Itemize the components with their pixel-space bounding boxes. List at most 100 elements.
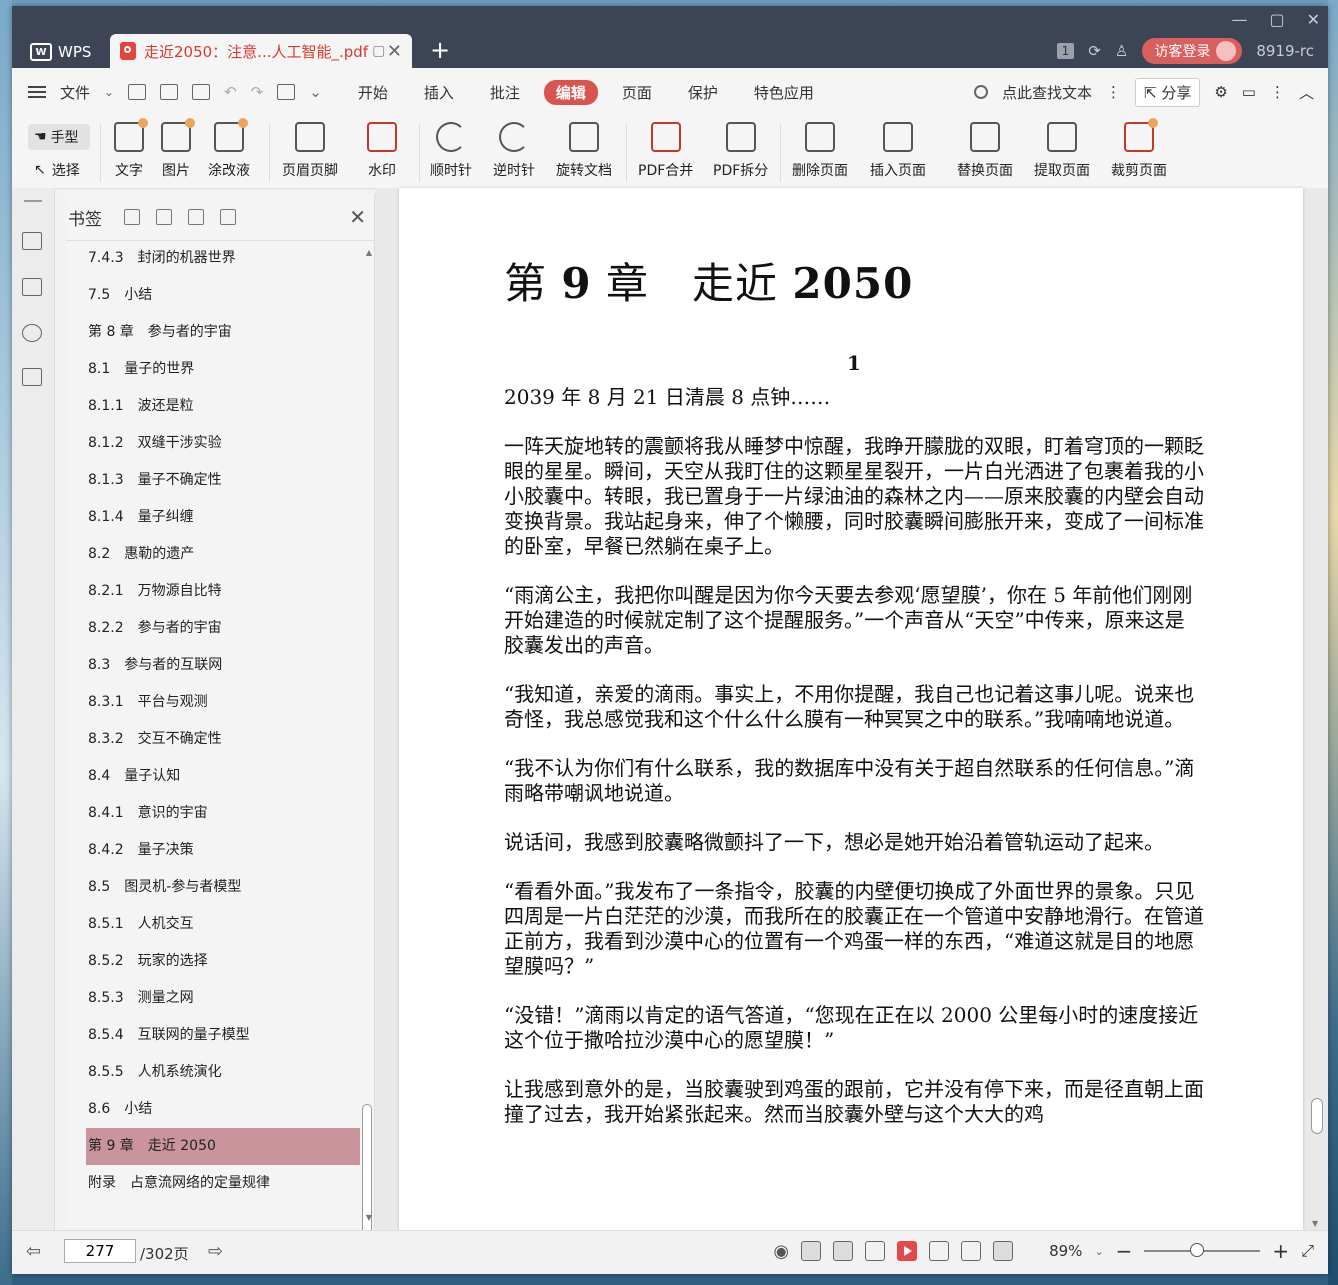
watermark-button[interactable]: 水印 — [367, 122, 397, 180]
bookmark-item[interactable]: 第 8 章 参与者的宇宙 — [66, 314, 362, 351]
bookmark-item[interactable]: 7.5 小结 — [66, 277, 362, 314]
tab-special-apps[interactable]: 特色应用 — [742, 80, 826, 105]
bookmark-item[interactable]: 8.5.4 互联网的量子模型 — [66, 1017, 362, 1054]
close-panel-icon[interactable]: ✕ — [349, 205, 366, 229]
bookmark-item[interactable]: 8.5.2 玩家的选择 — [66, 943, 362, 980]
bookmark-item[interactable]: 8.3.1 平台与观测 — [66, 684, 362, 721]
bookmark-item[interactable]: 8.4.2 量子决策 — [66, 832, 362, 869]
tab-insert[interactable]: 插入 — [412, 80, 466, 105]
bookmark-item[interactable]: 7.4.3 封闭的机器世界 — [66, 240, 362, 277]
eye-protection-icon[interactable]: ◉ — [773, 1241, 789, 1262]
export-icon[interactable] — [277, 84, 296, 100]
header-footer-button[interactable]: 页眉页脚 — [282, 122, 338, 180]
panel-drag-handle[interactable] — [24, 200, 42, 202]
file-menu[interactable]: 文件 — [60, 82, 90, 103]
zoom-slider[interactable] — [1144, 1243, 1261, 1257]
bookmark-item[interactable]: 8.4.1 意识的宇宙 — [66, 795, 362, 832]
correction-fluid-button[interactable]: 涂改液 — [208, 118, 250, 180]
undo-icon[interactable]: ↶ — [224, 83, 237, 101]
window-count-badge[interactable]: 1 — [1056, 43, 1075, 59]
document-scroll-thumb[interactable] — [1311, 1098, 1323, 1134]
zoom-slider-knob[interactable] — [1190, 1243, 1205, 1257]
zoom-out-icon[interactable]: − — [1116, 1239, 1133, 1263]
pdf-merge-button[interactable]: PDF合并 — [638, 122, 693, 180]
bookmark-item[interactable]: 8.1.1 波还是粒 — [66, 388, 362, 425]
rotate-clockwise-button[interactable]: 顺时针 — [430, 122, 472, 180]
fit-width-icon[interactable] — [993, 1241, 1014, 1261]
bookmark-item[interactable]: 8.6 小结 — [66, 1091, 362, 1128]
annotation-icon[interactable] — [22, 324, 42, 342]
previous-page-icon[interactable]: ⇦ — [26, 1241, 41, 1262]
maximize-icon[interactable]: ▢ — [1269, 10, 1284, 29]
sync-icon[interactable]: ⟳ — [1088, 42, 1101, 60]
crop-page-button[interactable]: 裁剪页面 — [1111, 118, 1167, 180]
bookmark-item[interactable]: 8.4 量子认知 — [66, 758, 362, 795]
select-tool-button[interactable]: ↖ 选择 — [34, 160, 80, 180]
edit-image-button[interactable]: 图片 — [161, 118, 195, 180]
actual-size-icon[interactable] — [929, 1241, 950, 1261]
tab-start[interactable]: 开始 — [346, 80, 400, 105]
hand-tool-button[interactable]: ☚ 手型 — [28, 124, 90, 150]
comment-icon[interactable]: ▭ — [1242, 83, 1256, 101]
bookmark-list-icon[interactable] — [22, 232, 42, 250]
document-scrollbar[interactable]: ▼ — [1310, 188, 1324, 1230]
fullscreen-icon[interactable]: ⤢ — [1301, 1241, 1314, 1261]
skin-icon[interactable]: ♙ — [1115, 42, 1128, 60]
two-page-view-icon[interactable] — [865, 1241, 886, 1261]
search-icon[interactable] — [973, 85, 988, 99]
print-icon[interactable] — [192, 84, 211, 100]
page-number-input[interactable] — [64, 1239, 136, 1263]
insert-page-button[interactable]: 插入页面 — [870, 122, 926, 180]
rotate-document-button[interactable]: 旋转文档 — [556, 122, 612, 180]
share-button[interactable]: ⇱ 分享 — [1134, 77, 1201, 107]
find-text-button[interactable]: 点此查找文本 — [1002, 82, 1092, 103]
wps-home-tab[interactable]: W WPS — [18, 36, 108, 68]
new-tab-button[interactable]: + — [430, 36, 450, 64]
scroll-down-icon[interactable]: ▼ — [1312, 1219, 1318, 1228]
next-page-icon[interactable]: ⇨ — [208, 1241, 223, 1262]
bookmark-item[interactable]: 8.5.1 人机交互 — [66, 906, 362, 943]
expand-all-icon[interactable] — [124, 209, 140, 225]
delete-page-button[interactable]: 删除页面 — [792, 122, 848, 180]
tab-protect[interactable]: 保护 — [676, 80, 730, 105]
pdf-split-button[interactable]: PDF拆分 — [713, 122, 768, 180]
extract-page-button[interactable]: 提取页面 — [1034, 122, 1090, 180]
rotate-counterclockwise-button[interactable]: 逆时针 — [493, 122, 535, 180]
bookmark-item[interactable]: 8.3.2 交互不确定性 — [66, 721, 362, 758]
zoom-level[interactable]: 89% — [1049, 1242, 1082, 1260]
bookmark-item[interactable]: 附录 占意流网络的定量规律 — [66, 1165, 362, 1202]
thumbnail-icon[interactable] — [22, 278, 42, 296]
single-page-view-icon[interactable] — [833, 1241, 854, 1261]
zoom-dropdown-icon[interactable]: ⌄ — [1094, 1245, 1103, 1258]
scroll-down-icon[interactable]: ▼ — [366, 1213, 372, 1222]
play-slideshow-icon[interactable] — [897, 1241, 918, 1261]
bookmark-item[interactable]: 8.5.5 人机系统演化 — [66, 1054, 362, 1091]
bookmark-item[interactable]: 8.5.3 测量之网 — [66, 980, 362, 1017]
zoom-in-icon[interactable]: + — [1272, 1239, 1289, 1263]
bookmark-item[interactable]: 第 9 章 走近 2050 — [86, 1128, 360, 1165]
bookmark-settings-icon[interactable] — [220, 209, 236, 225]
bookmark-item[interactable]: 8.3 参与者的互联网 — [66, 647, 362, 684]
hamburger-menu-icon[interactable] — [28, 86, 46, 98]
more-options-icon[interactable]: ⋮ — [1270, 83, 1285, 101]
fit-page-icon[interactable] — [961, 1241, 982, 1261]
tab-edit[interactable]: 编辑 — [543, 79, 598, 105]
more-quick-access-icon[interactable]: ⌄ — [309, 83, 322, 101]
bookmark-item[interactable]: 8.2 惠勒的遗产 — [66, 536, 362, 573]
edit-text-button[interactable]: 文字 — [114, 118, 148, 180]
bookmark-item[interactable]: 8.1.4 量子纠缠 — [66, 499, 362, 536]
chevron-down-icon[interactable]: ⌄ — [104, 85, 114, 99]
redo-icon[interactable]: ↷ — [251, 83, 264, 101]
open-folder-icon[interactable] — [128, 84, 147, 100]
bookmark-item[interactable]: 8.5 图灵机-参与者模型 — [66, 869, 362, 906]
bookmark-item[interactable]: 8.1 量子的世界 — [66, 351, 362, 388]
bookmark-item[interactable]: 8.2.2 参与者的宇宙 — [66, 610, 362, 647]
more-vertical-icon[interactable]: ⋮ — [1106, 83, 1121, 101]
tab-window-icon[interactable]: ▢ — [372, 43, 385, 59]
continuous-view-icon[interactable] — [801, 1241, 822, 1261]
add-bookmark-icon[interactable] — [188, 209, 204, 225]
collapse-all-icon[interactable] — [156, 209, 172, 225]
bookmark-item[interactable]: 8.1.3 量子不确定性 — [66, 462, 362, 499]
tab-annotate[interactable]: 批注 — [478, 80, 532, 105]
signature-icon[interactable] — [22, 368, 42, 386]
